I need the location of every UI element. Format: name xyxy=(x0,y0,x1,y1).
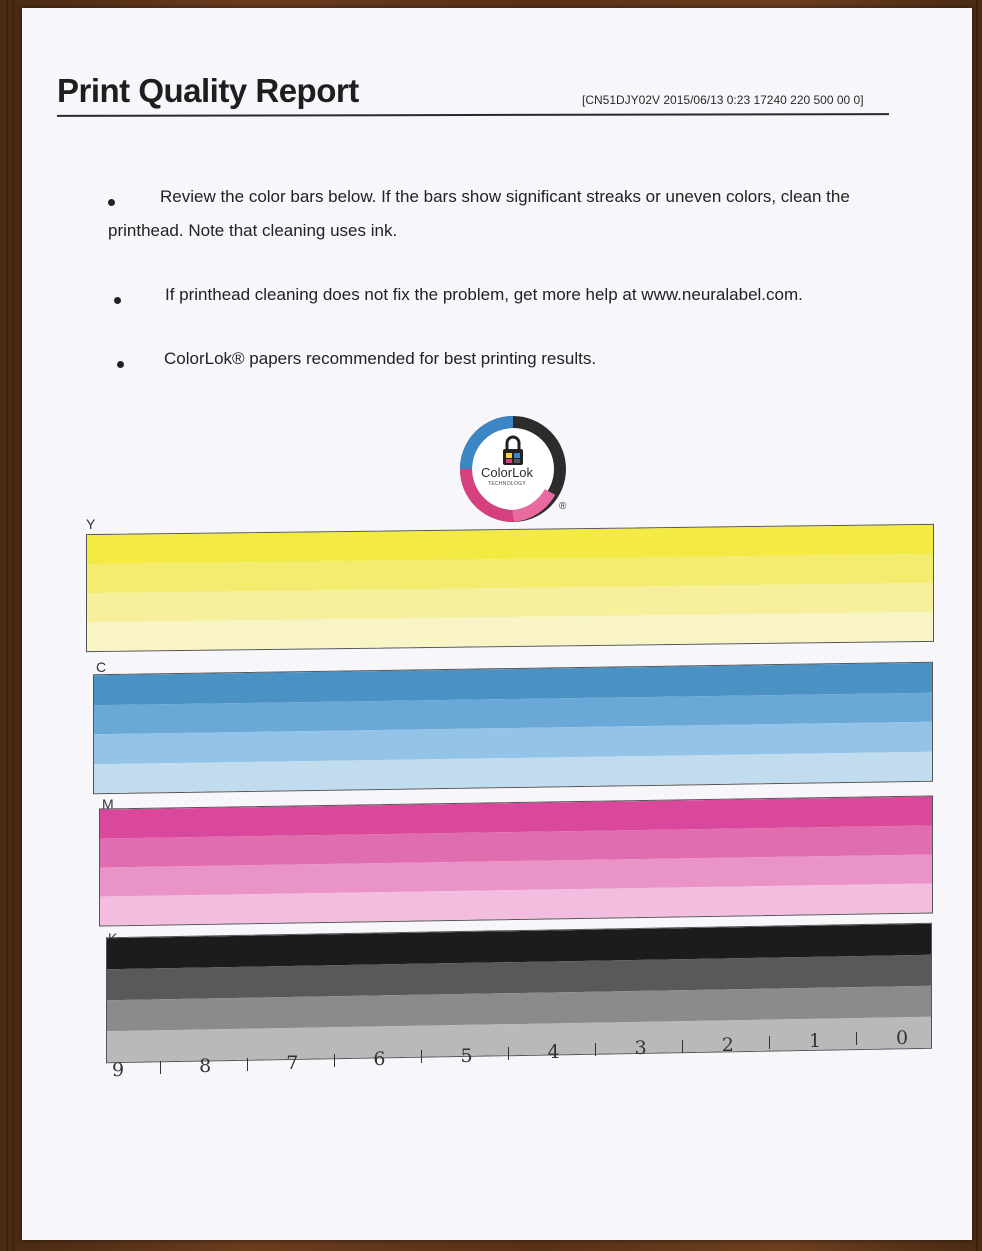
print-quality-report-page: Print Quality Report [CN51DJY02V 2015/06… xyxy=(22,8,972,1240)
cyan-color-bar xyxy=(93,661,933,795)
report-stamp: [CN51DJY02V 2015/06/13 0:23 17240 220 50… xyxy=(582,93,864,107)
scale-tick xyxy=(595,1043,597,1057)
colorlok-subtitle: TECHNOLOGY xyxy=(488,481,527,487)
bullet-text-1b: printhead. Note that cleaning uses ink. xyxy=(108,221,398,240)
bullet-dot xyxy=(117,361,124,368)
yellow-color-bar xyxy=(86,523,934,653)
scale-number: 3 xyxy=(634,1037,647,1060)
scale-number: 8 xyxy=(199,1055,212,1078)
bullet-text-2: If printhead cleaning does not fix the p… xyxy=(165,285,803,304)
scale-tick xyxy=(682,1039,684,1053)
scale-tick xyxy=(508,1046,509,1060)
scale-tick xyxy=(246,1057,248,1071)
report-title: Print Quality Report xyxy=(57,72,359,109)
bullet-dot xyxy=(114,297,121,304)
scale-tick xyxy=(420,1050,422,1064)
magenta-color-bar xyxy=(99,795,933,927)
bullet-text-1a: Review the color bars below. If the bars… xyxy=(160,187,850,206)
registered-mark: ® xyxy=(559,501,567,512)
scale-number: 6 xyxy=(373,1048,386,1071)
bar-label-yellow: Y xyxy=(86,516,96,532)
colorlok-wordmark: ColorLok xyxy=(481,465,534,480)
scale-number: 9 xyxy=(112,1059,125,1081)
scale-number: 7 xyxy=(286,1051,299,1074)
scale-number: 4 xyxy=(547,1041,560,1063)
bar-label-cyan: C xyxy=(96,659,107,675)
position-scale: 9 8 7 6 5 4 3 2 1 0 xyxy=(112,1023,932,1083)
scale-number: 2 xyxy=(721,1033,734,1056)
scale-tick xyxy=(769,1036,771,1049)
bullet-dot xyxy=(108,199,115,206)
scale-number: 1 xyxy=(808,1030,821,1053)
scale-number: 0 xyxy=(896,1026,909,1049)
title-underline xyxy=(56,113,890,117)
scale-tick xyxy=(856,1032,858,1046)
scale-tick xyxy=(333,1054,335,1067)
scale-tick xyxy=(159,1061,161,1075)
scale-number: 5 xyxy=(460,1044,473,1067)
bullet-text-3: ColorLok® papers recommended for best pr… xyxy=(164,349,597,368)
